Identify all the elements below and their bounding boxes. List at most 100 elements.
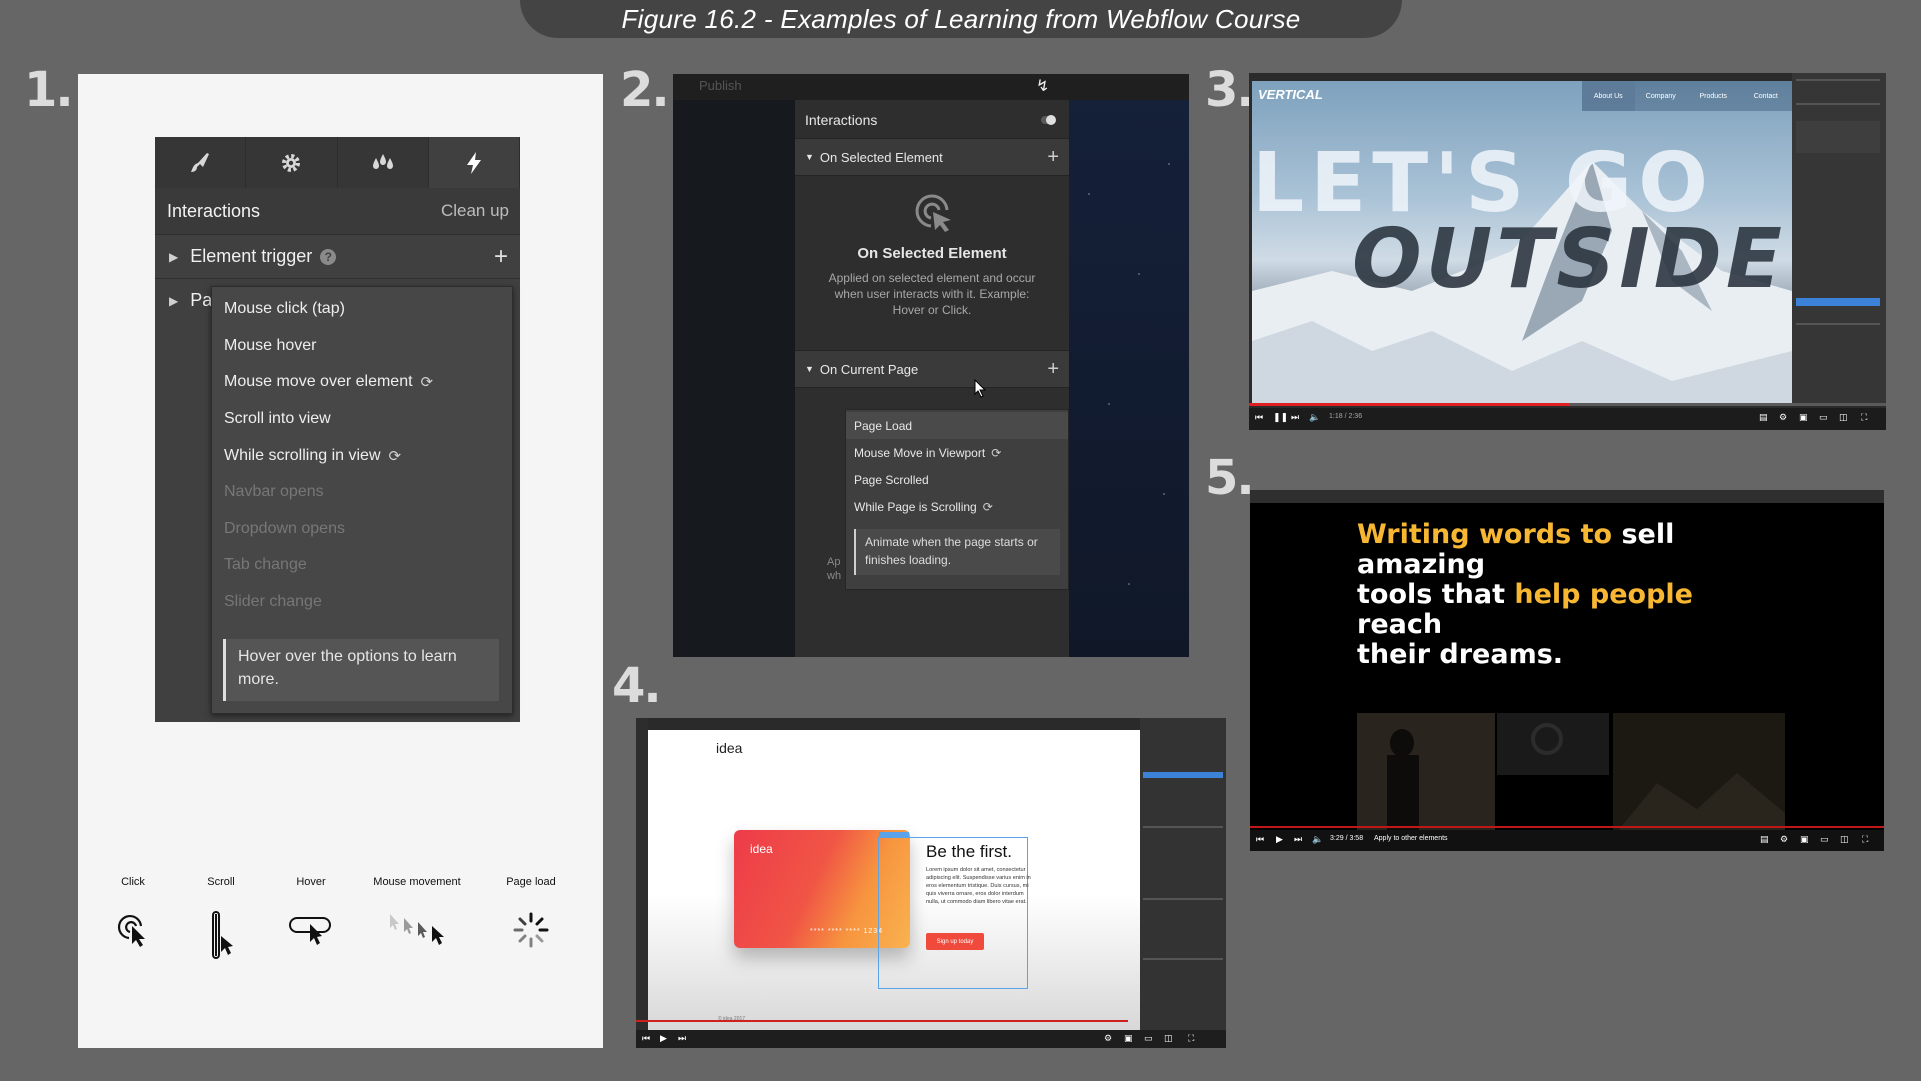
style-manager-tab[interactable] (338, 137, 429, 188)
menu-item[interactable]: Mouse click (tap) (212, 291, 512, 328)
card-logo: idea (750, 842, 773, 856)
video-time: 3:29 / 3:58 (1330, 835, 1364, 842)
panel-number-2: 2. (620, 62, 670, 118)
help-icon[interactable]: ? (320, 248, 337, 265)
prev-icon[interactable]: ⏮ (1256, 834, 1264, 845)
designer-canvas-left (673, 74, 795, 657)
sync-icon: ⟳ (388, 447, 402, 465)
menu-item-label: Mouse hover (224, 336, 317, 354)
hero-text-highlight: help people (1514, 579, 1693, 610)
clean-up-button[interactable]: Clean up (441, 201, 509, 221)
volume-icon[interactable]: 🔈 (1312, 834, 1323, 845)
style-tab[interactable] (155, 137, 247, 188)
mouse-movement-icon (384, 910, 450, 951)
collapse-arrow-icon[interactable]: ▼ (805, 364, 814, 374)
miniplayer-icon[interactable]: ▣ (1800, 834, 1809, 845)
scroll-icon (204, 910, 238, 967)
interactions-header: Interactions Clean up (155, 188, 520, 234)
video-controls-4: ⏮ ▶ ⏭ ⚙ ▣ ▭ ◫ ⛶ (636, 1030, 1226, 1048)
page-trigger-item[interactable]: Page Scrolled (846, 466, 1068, 493)
page-trigger-item[interactable]: Page Load (846, 412, 1068, 439)
next-icon[interactable]: ⏭ (1291, 412, 1299, 423)
video-controls: ⏮ ❚❚ ⏭ 🔈 1:18 / 2:36 ▤ ⚙ ▣ ▭ ◫ ⛶ (1249, 408, 1886, 430)
menu-item: Tab change (212, 547, 512, 584)
publish-button[interactable]: Publish (699, 78, 742, 93)
cast-icon[interactable]: ◫ (1840, 834, 1849, 845)
lightning-icon (466, 151, 481, 174)
hover-icon (288, 910, 334, 951)
designer-canvas: idea idea **** **** **** 1234 Be the fir… (648, 730, 1140, 1030)
empty-state-title: On Selected Element (857, 245, 1007, 262)
settings-icon[interactable]: ⚙ (1104, 1033, 1112, 1044)
toggle-switch[interactable] (1041, 115, 1056, 125)
cursor-icon (974, 379, 987, 398)
left-toolbar (636, 718, 648, 1048)
settings-tab[interactable] (246, 137, 338, 188)
cursor-target-icon (915, 194, 951, 232)
expand-arrow-icon[interactable]: ▶ (169, 294, 178, 308)
menu-item-label: While scrolling in view (224, 446, 381, 464)
fullscreen-icon[interactable]: ⛶ (1188, 1033, 1194, 1044)
prev-icon[interactable]: ⏮ (642, 1033, 650, 1044)
theater-icon[interactable]: ▭ (1819, 412, 1828, 423)
image-gallery (1357, 713, 1785, 837)
panel-number-4: 4. (612, 658, 662, 714)
collapse-arrow-icon[interactable]: ▼ (805, 152, 814, 162)
interactions-tab[interactable] (428, 137, 520, 188)
prev-icon[interactable]: ⏮ (1255, 412, 1263, 423)
sync-icon: ⟳ (991, 445, 1002, 460)
play-icon[interactable]: ▶ (1276, 834, 1283, 845)
captions-icon[interactable]: ▤ (1760, 834, 1769, 845)
cast-icon[interactable]: ◫ (1164, 1033, 1173, 1044)
next-icon[interactable]: ⏭ (678, 1033, 686, 1044)
sign-up-button[interactable]: Sign up today (926, 933, 984, 950)
nav-about[interactable]: About Us (1582, 81, 1635, 111)
webflow-sidebar-4 (1140, 718, 1226, 1048)
expand-arrow-icon[interactable]: ▶ (169, 250, 178, 264)
menu-item[interactable]: Mouse hover (212, 328, 512, 365)
nav-company[interactable]: Company (1634, 81, 1687, 111)
video-progress-4[interactable] (636, 1020, 1128, 1022)
click-icon (116, 910, 150, 955)
trigger-icon-label: Hover (296, 876, 326, 888)
theater-icon[interactable]: ▭ (1144, 1033, 1153, 1044)
cast-icon[interactable]: ◫ (1839, 412, 1848, 423)
on-current-page-section[interactable]: ▼ On Current Page + (795, 350, 1069, 388)
menu-item[interactable]: Mouse move over element ⟳ (212, 364, 512, 401)
lightning-icon[interactable]: ↯ (1036, 76, 1049, 96)
panel-5-video: Writing words to sell amazing tools that… (1250, 490, 1884, 851)
miniplayer-icon[interactable]: ▣ (1124, 1033, 1133, 1044)
next-icon[interactable]: ⏭ (1294, 834, 1302, 845)
nav-products[interactable]: Products (1687, 81, 1740, 111)
play-icon[interactable]: ▶ (660, 1033, 667, 1044)
fullscreen-icon[interactable]: ⛶ (1861, 412, 1867, 423)
element-trigger-row[interactable]: ▶ Element trigger ? + (155, 234, 520, 278)
page-trigger-item[interactable]: While Page is Scrolling ⟳ (846, 493, 1068, 520)
settings-icon[interactable]: ⚙ (1779, 412, 1787, 423)
nav-contact[interactable]: Contact (1739, 81, 1792, 111)
volume-icon[interactable]: 🔈 (1309, 412, 1320, 423)
designer-canvas-right (1069, 74, 1189, 657)
add-button[interactable]: + (1047, 146, 1059, 169)
hero-text-highlight: Writing words to (1357, 519, 1613, 550)
video-progress-5[interactable] (1250, 826, 1884, 828)
page-trigger-label: While Page is Scrolling (854, 499, 977, 514)
dropdown-hint-2: Animate when the page starts or finishes… (854, 529, 1060, 575)
settings-icon[interactable]: ⚙ (1780, 834, 1788, 845)
add-page-trigger-button[interactable]: + (1047, 358, 1059, 381)
pause-icon[interactable]: ❚❚ (1273, 412, 1288, 423)
trigger-dropdown: Mouse click (tap) Mouse hover Mouse move o… (211, 286, 513, 714)
fullscreen-icon[interactable]: ⛶ (1862, 834, 1868, 845)
miniplayer-icon[interactable]: ▣ (1799, 412, 1808, 423)
captions-icon[interactable]: ▤ (1759, 412, 1768, 423)
video-progress[interactable] (1249, 403, 1886, 406)
chapter-title[interactable]: Apply to other elements (1374, 835, 1448, 842)
add-trigger-button[interactable]: + (494, 243, 508, 271)
starfield (1088, 163, 1170, 585)
theater-icon[interactable]: ▭ (1820, 834, 1829, 845)
on-selected-element-section[interactable]: ▼ On Selected Element + (795, 138, 1069, 176)
page-trigger-item[interactable]: Mouse Move in Viewport ⟳ (846, 439, 1068, 466)
menu-item[interactable]: While scrolling in view ⟳ (212, 437, 512, 474)
hero-text-part: tools that (1357, 579, 1515, 610)
menu-item[interactable]: Scroll into view (212, 401, 512, 438)
